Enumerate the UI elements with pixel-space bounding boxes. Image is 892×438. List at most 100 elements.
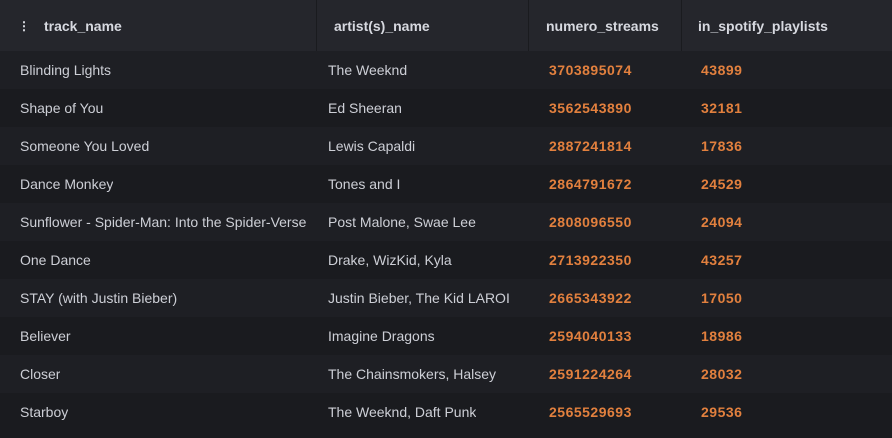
cell-in-spotify-playlists-text: 17836 xyxy=(701,138,743,154)
cell-artist-name-text: Post Malone, Swae Lee xyxy=(328,214,476,230)
table-row[interactable]: Someone You Loved Lewis Capaldi 2887241814… xyxy=(0,127,892,165)
cell-numero-streams[interactable]: 2864791672 xyxy=(549,165,669,203)
cell-track-name[interactable]: Closer xyxy=(20,355,308,393)
table-row[interactable]: Closer The Chainsmokers, Halsey 2591224264… xyxy=(0,355,892,393)
cell-in-spotify-playlists[interactable]: 32181 xyxy=(701,89,881,127)
cell-numero-streams-text: 3703895074 xyxy=(549,62,632,78)
cell-in-spotify-playlists-text: 43257 xyxy=(701,252,743,268)
cell-track-name[interactable]: Blinding Lights xyxy=(20,51,308,89)
cell-in-spotify-playlists-text: 43899 xyxy=(701,62,743,78)
cell-numero-streams[interactable]: 2808096550 xyxy=(549,203,669,241)
cell-track-name[interactable]: Sunflower - Spider-Man: Into the Spider-… xyxy=(20,203,308,241)
cell-track-name-text: Someone You Loved xyxy=(20,138,150,154)
cell-track-name-text: One Dance xyxy=(20,252,91,268)
cell-numero-streams[interactable]: 2591224264 xyxy=(549,355,669,393)
cell-track-name[interactable]: STAY (with Justin Bieber) xyxy=(20,279,308,317)
cell-artist-name[interactable]: The Chainsmokers, Halsey xyxy=(328,355,520,393)
cell-numero-streams-text: 2887241814 xyxy=(549,138,632,154)
table-row[interactable]: One Dance Drake, WizKid, Kyla 2713922350 43… xyxy=(0,241,892,279)
cell-artist-name[interactable]: Drake, WizKid, Kyla xyxy=(328,241,520,279)
cell-numero-streams[interactable]: 3562543890 xyxy=(549,89,669,127)
cell-numero-streams[interactable]: 3703895074 xyxy=(549,51,669,89)
column-header-label: in_spotify_playlists xyxy=(698,17,828,34)
cell-in-spotify-playlists[interactable]: 17050 xyxy=(701,279,881,317)
table-row[interactable]: Blinding Lights The Weeknd 3703895074 43899 xyxy=(0,51,892,89)
cell-in-spotify-playlists-text: 18986 xyxy=(701,328,743,344)
cell-track-name[interactable]: Someone You Loved xyxy=(20,127,308,165)
cell-track-name-text: Blinding Lights xyxy=(20,62,112,78)
cell-track-name-text: Closer xyxy=(20,366,61,382)
cell-artist-name[interactable]: Ed Sheeran xyxy=(328,89,520,127)
cell-track-name-text: STAY (with Justin Bieber) xyxy=(20,290,178,306)
cell-artist-name[interactable]: Justin Bieber, The Kid LAROI xyxy=(328,279,520,317)
cell-track-name-text: Sunflower - Spider-Man: Into the Spider-… xyxy=(20,214,307,230)
cell-artist-name-text: The Weeknd, Daft Punk xyxy=(328,404,477,420)
cell-numero-streams-text: 2713922350 xyxy=(549,252,632,268)
cell-track-name[interactable]: Dance Monkey xyxy=(20,165,308,203)
table-row[interactable]: STAY (with Justin Bieber) Justin Bieber, … xyxy=(0,279,892,317)
column-header-label: numero_streams xyxy=(546,17,659,34)
cell-numero-streams[interactable]: 2665343922 xyxy=(549,279,669,317)
table-row[interactable]: Believer Imagine Dragons 2594040133 18986 xyxy=(0,317,892,355)
cell-track-name-text: Starboy xyxy=(20,404,69,420)
cell-track-name[interactable]: Starboy xyxy=(20,393,308,431)
column-header-in-spotify-playlists[interactable]: in_spotify_playlists xyxy=(682,0,892,51)
cell-in-spotify-playlists[interactable]: 24094 xyxy=(701,203,881,241)
cell-track-name[interactable]: Believer xyxy=(20,317,308,355)
cell-artist-name-text: Imagine Dragons xyxy=(328,328,435,344)
cell-track-name[interactable]: Shape of You xyxy=(20,89,308,127)
column-header-numero-streams[interactable]: numero_streams xyxy=(529,0,682,51)
table-row[interactable]: Starboy The Weeknd, Daft Punk 2565529693 29… xyxy=(0,393,892,431)
cell-in-spotify-playlists[interactable]: 17836 xyxy=(701,127,881,165)
column-header-label: track_name xyxy=(44,17,122,34)
table-row[interactable]: Shape of You Ed Sheeran 3562543890 32181 xyxy=(0,89,892,127)
cell-in-spotify-playlists[interactable]: 18986 xyxy=(701,317,881,355)
table-header: ⋮ track_name artist(s)_name numero_strea… xyxy=(0,0,892,52)
cell-in-spotify-playlists-text: 28032 xyxy=(701,366,743,382)
cell-in-spotify-playlists[interactable]: 28032 xyxy=(701,355,881,393)
cell-numero-streams[interactable]: 2594040133 xyxy=(549,317,669,355)
cell-in-spotify-playlists[interactable]: 29536 xyxy=(701,393,881,431)
cell-numero-streams-text: 2591224264 xyxy=(549,366,632,382)
cell-artist-name[interactable]: The Weeknd xyxy=(328,51,520,89)
table-row[interactable]: Dance Monkey Tones and I 2864791672 24529 xyxy=(0,165,892,203)
cell-track-name[interactable]: One Dance xyxy=(20,241,308,279)
cell-numero-streams-text: 2864791672 xyxy=(549,176,632,192)
cell-numero-streams-text: 3562543890 xyxy=(549,100,632,116)
cell-artist-name-text: The Chainsmokers, Halsey xyxy=(328,366,497,382)
cell-numero-streams-text: 2565529693 xyxy=(549,404,632,420)
cell-artist-name[interactable]: Tones and I xyxy=(328,165,520,203)
cell-in-spotify-playlists[interactable]: 24529 xyxy=(701,165,881,203)
cell-in-spotify-playlists-text: 24529 xyxy=(701,176,743,192)
cell-artist-name-text: Justin Bieber, The Kid LAROI xyxy=(328,290,510,306)
cell-numero-streams[interactable]: 2565529693 xyxy=(549,393,669,431)
column-header-artist-name[interactable]: artist(s)_name xyxy=(317,0,529,51)
cell-artist-name[interactable]: Lewis Capaldi xyxy=(328,127,520,165)
cell-numero-streams-text: 2594040133 xyxy=(549,328,632,344)
cell-in-spotify-playlists[interactable]: 43257 xyxy=(701,241,881,279)
cell-artist-name-text: Lewis Capaldi xyxy=(328,138,416,154)
cell-in-spotify-playlists[interactable]: 43899 xyxy=(701,51,881,89)
cell-numero-streams-text: 2808096550 xyxy=(549,214,632,230)
table-row[interactable]: Sunflower - Spider-Man: Into the Spider-… xyxy=(0,203,892,241)
cell-artist-name-text: Ed Sheeran xyxy=(328,100,402,116)
cell-track-name-text: Dance Monkey xyxy=(20,176,114,192)
cell-artist-name[interactable]: The Weeknd, Daft Punk xyxy=(328,393,520,431)
cell-artist-name[interactable]: Imagine Dragons xyxy=(328,317,520,355)
cell-numero-streams[interactable]: 2887241814 xyxy=(549,127,669,165)
cell-in-spotify-playlists-text: 29536 xyxy=(701,404,743,420)
column-header-label: artist(s)_name xyxy=(334,17,430,34)
cell-in-spotify-playlists-text: 24094 xyxy=(701,214,743,230)
data-grid: ⋮ track_name artist(s)_name numero_strea… xyxy=(0,0,892,438)
cell-artist-name-text: Drake, WizKid, Kyla xyxy=(328,252,452,268)
cell-artist-name-text: Tones and I xyxy=(328,176,401,192)
cell-track-name-text: Believer xyxy=(20,328,71,344)
cell-artist-name[interactable]: Post Malone, Swae Lee xyxy=(328,203,520,241)
cell-in-spotify-playlists-text: 17050 xyxy=(701,290,743,306)
cell-track-name-text: Shape of You xyxy=(20,100,104,116)
cell-in-spotify-playlists-text: 32181 xyxy=(701,100,743,116)
drag-handle-icon[interactable]: ⋮ xyxy=(18,19,30,33)
column-header-track-name[interactable]: ⋮ track_name xyxy=(0,0,317,51)
cell-numero-streams[interactable]: 2713922350 xyxy=(549,241,669,279)
cell-artist-name-text: The Weeknd xyxy=(328,62,408,78)
